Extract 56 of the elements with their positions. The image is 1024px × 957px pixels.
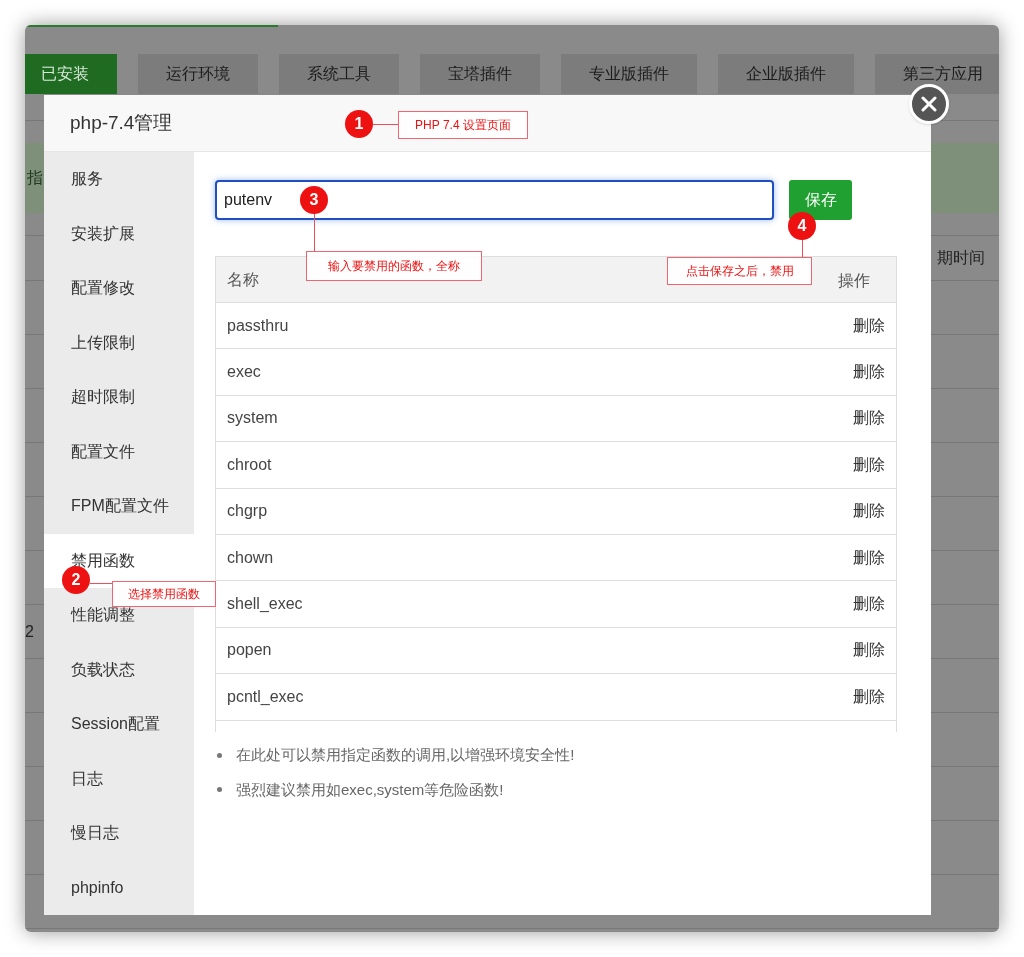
sidebar-item[interactable]: FPM配置文件 [44, 479, 194, 534]
column-header: 操作 [838, 270, 870, 291]
delete-link[interactable]: 删除 [853, 499, 885, 524]
tab[interactable]: 已安装 [25, 54, 117, 94]
sidebar-item[interactable]: 慢日志 [44, 806, 194, 861]
annotation-tooltip: 点击保存之后，禁用 [667, 257, 812, 285]
sidebar-item[interactable]: 安装扩展 [44, 206, 194, 261]
leader-line [373, 124, 398, 125]
sidebar-item[interactable]: 日志 [44, 751, 194, 806]
note-text: 在此处可以禁用指定函数的调用,以增强环境安全性! [236, 745, 575, 765]
bullet-icon [217, 787, 222, 793]
delete-link[interactable]: 删除 [853, 545, 885, 570]
leader-line [802, 240, 803, 257]
tab[interactable]: 系统工具 [279, 54, 399, 94]
sidebar-item[interactable]: Session配置 [44, 697, 194, 752]
banner-text: 指 [27, 168, 43, 188]
delete-link[interactable]: 删除 [853, 313, 885, 338]
sidebar-item[interactable]: 服务 [44, 152, 194, 207]
function-name: chgrp [227, 501, 268, 522]
bullet-icon [217, 752, 222, 758]
sidebar-item[interactable]: 负载状态 [44, 642, 194, 697]
leader-line [314, 214, 315, 251]
function-name: popen [227, 640, 272, 661]
sidebar-item[interactable]: phpinfo [44, 860, 194, 915]
sidebar-item[interactable]: 上传限制 [44, 315, 194, 370]
column-header: 名称 [227, 269, 259, 290]
tab[interactable]: 专业版插件 [561, 54, 697, 94]
delete-link[interactable]: 删除 [853, 452, 885, 477]
sidebar-item[interactable]: 超时限制 [44, 370, 194, 425]
row-text: 2 [25, 621, 34, 642]
leader-line [90, 583, 112, 584]
sidebar-item[interactable]: 配置修改 [44, 261, 194, 316]
close-icon [921, 96, 937, 112]
function-name: pcntl_exec [227, 686, 304, 707]
annotation-tooltip: 选择禁用函数 [112, 581, 216, 607]
delete-link[interactable]: 删除 [853, 360, 885, 385]
function-name: shell_exec [227, 594, 303, 615]
modal-title: php-7.4管理 [70, 110, 173, 135]
tab[interactable]: 第三方应用 [875, 54, 999, 94]
delete-link[interactable]: 删除 [853, 638, 885, 663]
sidebar-item[interactable]: 配置文件 [44, 424, 194, 479]
delete-link[interactable]: 删除 [853, 592, 885, 617]
function-name: system [227, 408, 278, 429]
tab[interactable]: 企业版插件 [718, 54, 854, 94]
tab[interactable]: 宝塔插件 [420, 54, 540, 94]
function-name: exec [227, 362, 261, 383]
tab[interactable]: 运行环境 [138, 54, 258, 94]
column-header: 期时间 [937, 248, 985, 268]
annotation-tooltip: 输入要禁用的函数，全称 [306, 251, 482, 281]
annotation-tooltip: PHP 7.4 设置页面 [398, 111, 528, 139]
function-name: chown [227, 547, 274, 568]
delete-link[interactable]: 删除 [853, 406, 885, 431]
function-name: chroot [227, 454, 272, 475]
note-text: 强烈建议禁用如exec,system等危险函数! [236, 779, 504, 800]
delete-link[interactable]: 删除 [853, 684, 885, 709]
function-name: passthru [227, 315, 289, 336]
